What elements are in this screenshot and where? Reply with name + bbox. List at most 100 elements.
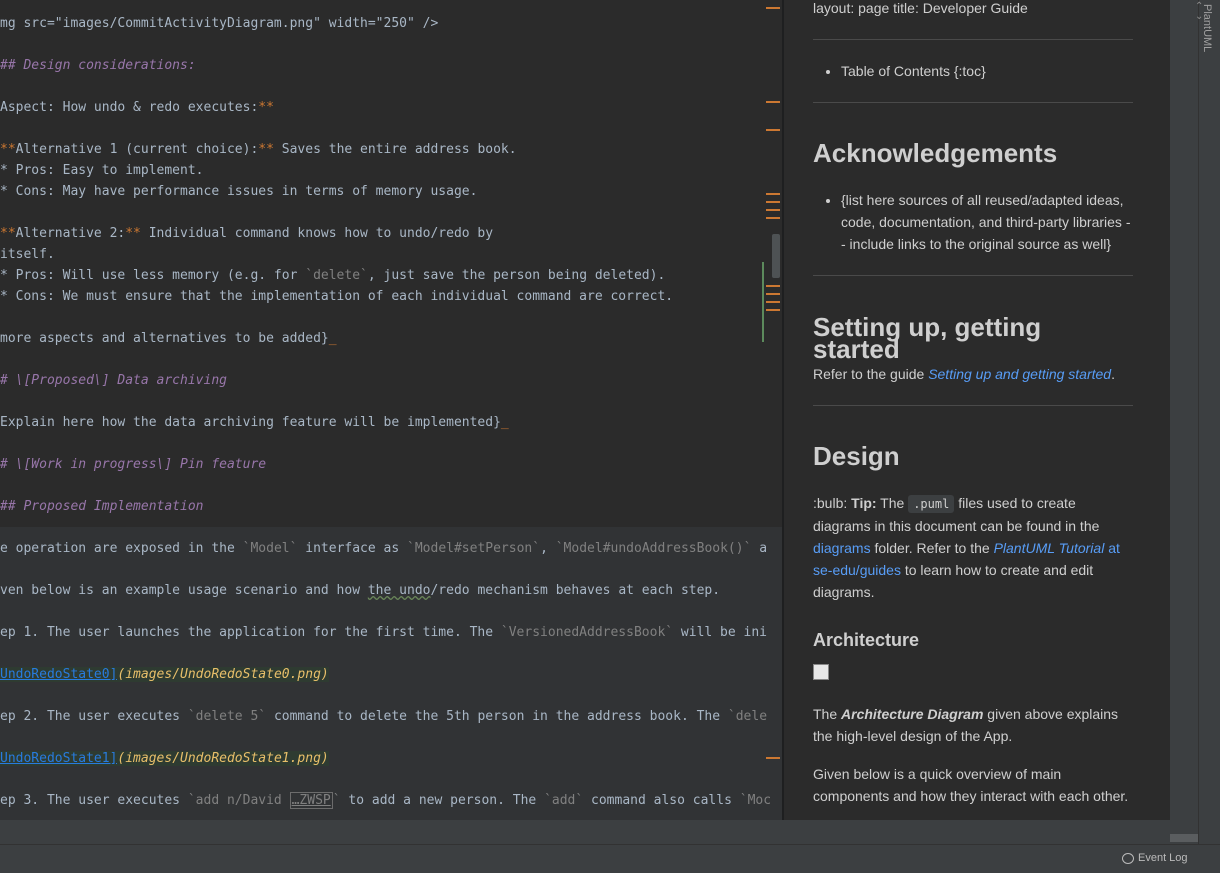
acknowledgements-heading: Acknowledgements: [813, 138, 1058, 168]
editor-line[interactable]: UndoRedoState1](images/UndoRedoState1.pn…: [0, 748, 329, 769]
editor-token: **: [258, 100, 274, 115]
toc-list: Table of Contents {:toc}: [813, 60, 1133, 82]
warning-marker[interactable]: [766, 309, 780, 311]
ack-item: {list here sources of all reused/adapted…: [841, 189, 1133, 255]
editor-token: ep 2. The user executes: [0, 709, 188, 724]
editor-line[interactable]: ep 3. The user executes `add n/David …ZW…: [0, 790, 771, 811]
editor-token: _: [500, 415, 509, 430]
architecture-heading: Architecture: [813, 630, 920, 650]
warning-marker[interactable]: [766, 193, 780, 195]
divider: [813, 275, 1133, 276]
plantuml-tool-tab[interactable]: PlantUML: [1201, 4, 1213, 52]
editor-token: `Model`: [242, 541, 298, 556]
editor-line[interactable]: * Pros: Will use less memory (e.g. for `…: [0, 265, 665, 286]
editor-line[interactable]: UndoRedoState0](images/UndoRedoState0.pn…: [0, 664, 329, 685]
preview-scroll-track[interactable]: [1170, 0, 1198, 820]
editor-token: * Pros: Easy to implement.: [0, 163, 204, 178]
editor-line[interactable]: # \[Proposed\] Data archiving: [0, 370, 227, 391]
editor-line[interactable]: # \[Work in progress\] Pin feature: [0, 454, 266, 475]
editor-line[interactable]: ven below is an example usage scenario a…: [0, 580, 720, 601]
editor-line[interactable]: **Alternative 2:** Individual command kn…: [0, 223, 493, 244]
vcs-change-marker: [762, 262, 764, 342]
editor-line[interactable]: Explain here how the data archiving feat…: [0, 412, 509, 433]
ack-list: {list here sources of all reused/adapted…: [813, 189, 1133, 255]
event-log-button[interactable]: Event Log: [1122, 849, 1188, 867]
editor-token: `add n/David: [187, 793, 290, 808]
architecture-paragraph: The Architecture Diagram given above exp…: [813, 703, 1133, 747]
editor-token: …ZWSP: [289, 792, 333, 809]
warning-marker[interactable]: [766, 217, 780, 219]
editor-line[interactable]: Aspect: How undo & redo executes:**: [0, 97, 274, 118]
plantuml-tutorial-link-text[interactable]: PlantUML Tutorial: [994, 540, 1105, 556]
setup-heading-wrap: Setting up, getting started: [813, 312, 1133, 364]
editor-token: interface as: [297, 541, 408, 556]
editor-token: **: [258, 142, 274, 157]
setup-guide-link-text[interactable]: Setting up and getting started: [928, 366, 1111, 382]
architecture-image-wrap: [813, 664, 1133, 686]
editor-line[interactable]: e operation are exposed in the `Model` i…: [0, 538, 767, 559]
editor-token: ep 1. The user launches the application …: [0, 625, 501, 640]
editor-token: (images/UndoRedoState0.png): [117, 667, 329, 682]
divider: [813, 102, 1133, 103]
event-log-icon: [1122, 852, 1134, 864]
editor-token: # \[Proposed\] Data archiving: [0, 373, 227, 388]
editor-token: _: [328, 331, 337, 346]
overview-paragraph: Given below is a quick overview of main …: [813, 766, 1129, 804]
editor-line[interactable]: **Alternative 1 (current choice):** Save…: [0, 139, 517, 160]
editor-token: # \[Work in progress\] Pin feature: [0, 457, 267, 472]
editor-scrollbar-thumb[interactable]: [772, 234, 780, 278]
editor-line[interactable]: * Cons: May have performance issues in t…: [0, 181, 477, 202]
editor-token: `Model#undoAddressBook()`: [555, 541, 752, 556]
warning-marker[interactable]: [766, 101, 780, 103]
status-bar: Event Log: [0, 844, 1220, 873]
editor-token: ep 3. The user executes: [0, 793, 188, 808]
editor-line[interactable]: ## Proposed Implementation: [0, 496, 204, 517]
warning-marker[interactable]: [766, 201, 780, 203]
editor-token: e operation are exposed in the: [0, 541, 243, 556]
warning-marker[interactable]: [766, 293, 780, 295]
editor-line[interactable]: * Cons: We must ensure that the implemen…: [0, 286, 673, 307]
broken-image-icon: [813, 664, 829, 680]
editor-token: to add a new person. The: [340, 793, 545, 808]
editor-token: * Pros: Will use less memory (e.g. for: [0, 268, 306, 283]
horizontal-scrollbar-thumb[interactable]: [1170, 834, 1198, 842]
warning-marker[interactable]: [766, 757, 780, 759]
editor-right-gutter[interactable]: [762, 0, 782, 820]
editor-token: UndoRedoState1]: [0, 751, 118, 766]
editor-line[interactable]: ep 2. The user executes `delete 5` comma…: [0, 706, 767, 727]
tip-paragraph: :bulb: Tip: The .puml files used to crea…: [813, 492, 1133, 603]
editor-line[interactable]: mg src="images/CommitActivityDiagram.png…: [0, 13, 438, 34]
editor-line[interactable]: * Pros: Easy to implement.: [0, 160, 204, 181]
editor-token: `delete`: [305, 268, 368, 283]
event-log-label[interactable]: Event Log: [1138, 849, 1188, 867]
warning-marker[interactable]: [766, 129, 780, 131]
markdown-editor[interactable]: mg src="images/CommitActivityDiagram.png…: [0, 0, 782, 820]
tip-prefix: :bulb:: [813, 495, 852, 511]
editor-token: more aspects and alternatives to be adde…: [0, 331, 329, 346]
editor-token: will be ini: [673, 625, 768, 640]
setup-heading: Setting up, getting started: [813, 312, 1042, 364]
editor-token: `VersionedAddressBook`: [500, 625, 674, 640]
setup-text-end: .: [1111, 366, 1115, 382]
editor-line[interactable]: ep 1. The user launches the application …: [0, 622, 767, 643]
warning-marker[interactable]: [766, 209, 780, 211]
editor-token: Alternative 1 (current choice):: [15, 142, 259, 157]
editor-line[interactable]: ## Design considerations:: [0, 55, 196, 76]
warning-marker[interactable]: [766, 301, 780, 303]
editor-token: ## Proposed Implementation: [0, 499, 204, 514]
editor-token: **: [0, 226, 16, 241]
diagrams-link[interactable]: diagrams: [813, 540, 871, 556]
horizontal-scrollbar[interactable]: [0, 820, 1198, 844]
design-heading: Design: [813, 441, 900, 471]
arch-text-bold: Architecture Diagram: [841, 706, 984, 722]
warning-marker[interactable]: [766, 7, 780, 9]
editor-token: (images/UndoRedoState1.png): [117, 751, 329, 766]
editor-line[interactable]: itself.: [0, 244, 55, 265]
warning-marker[interactable]: [766, 285, 780, 287]
tip-text: folder. Refer to the: [870, 540, 994, 556]
divider: [813, 405, 1133, 406]
editor-token: * Cons: We must ensure that the implemen…: [0, 289, 674, 304]
editor-line[interactable]: more aspects and alternatives to be adde…: [0, 328, 337, 349]
editor-token: Aspect: How undo & redo executes:: [0, 100, 259, 115]
setup-guide-link[interactable]: Setting up and getting started: [928, 366, 1111, 382]
